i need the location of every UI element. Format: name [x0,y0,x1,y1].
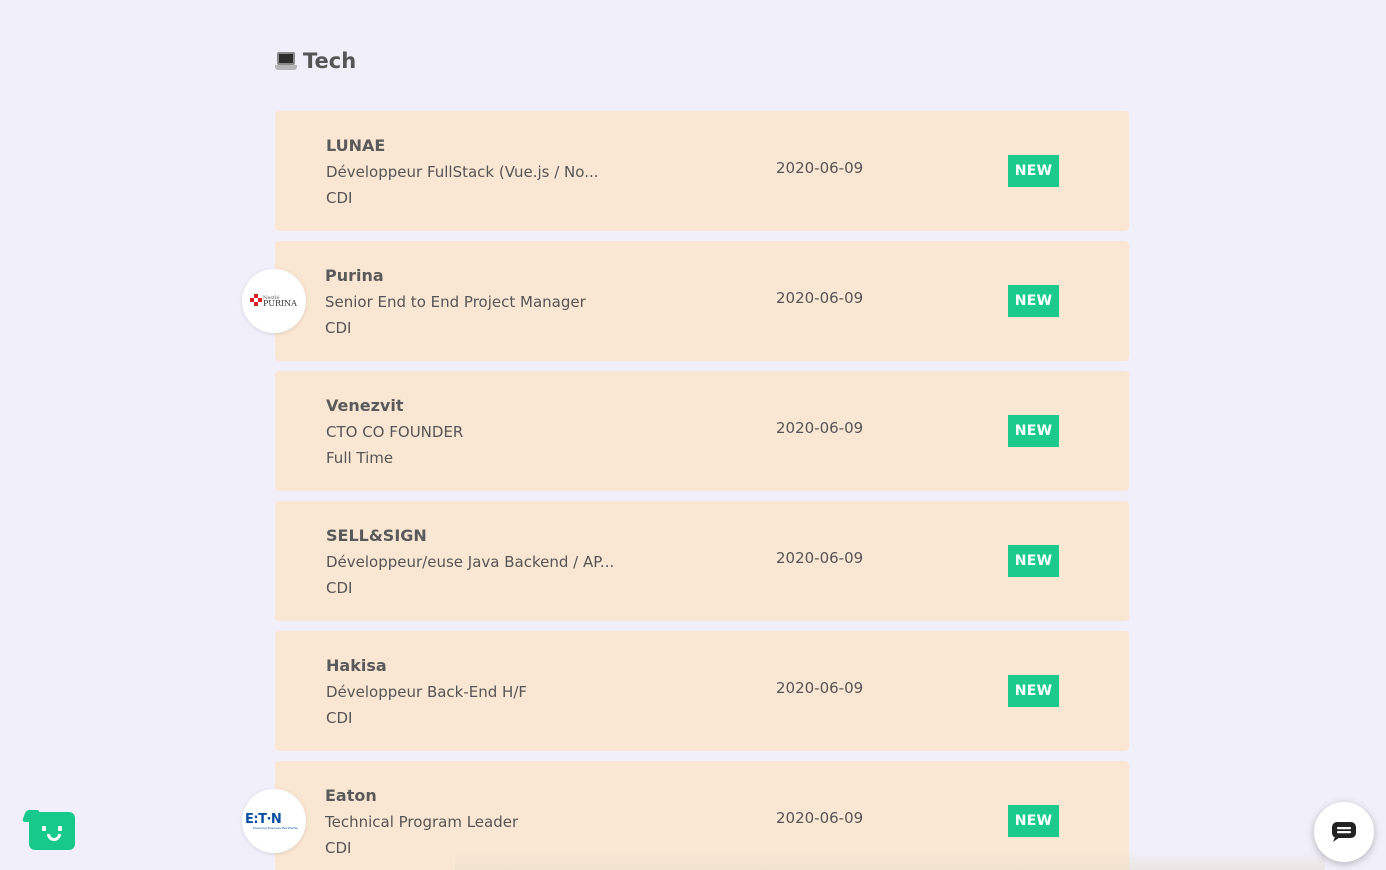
new-badge: NEW [1008,675,1059,707]
job-title: CTO CO FOUNDER [326,423,464,441]
company-name: Purina [325,266,384,285]
job-card[interactable]: Nestlé PURINA Purina Senior End to End P… [242,241,1129,361]
job-card[interactable]: SELL&SIGN Développeur/euse Java Backend … [275,501,1129,621]
job-card[interactable]: LUNAE Développeur FullStack (Vue.js / No… [275,111,1129,231]
job-date: 2020-06-09 [776,549,864,567]
eaton-logo-icon: E:T·N Powering Business Worldwide [245,812,298,830]
svg-text:Powering Business Worldwide: Powering Business Worldwide [253,826,298,830]
job-date: 2020-06-09 [776,159,864,177]
contract-type: Full Time [326,449,394,467]
job-date: 2020-06-09 [776,679,864,697]
new-badge: NEW [1008,415,1059,447]
company-logo: Nestlé PURINA [242,269,306,333]
contract-type: CDI [325,319,352,337]
new-badge: NEW [1008,285,1059,317]
contract-type: CDI [326,579,353,597]
job-info: LUNAE Développeur FullStack (Vue.js / No… [326,133,599,211]
job-title: Développeur/euse Java Backend / AP... [326,553,615,571]
contract-type: CDI [326,709,353,727]
job-card[interactable]: Venezvit CTO CO FOUNDER Full Time 2020-0… [275,371,1129,491]
chat-launcher-button[interactable] [1314,802,1374,862]
company-name: SELL&SIGN [326,526,427,545]
company-name: Hakisa [326,656,387,675]
job-title: Technical Program Leader [325,813,519,831]
footer-fade [455,850,1325,870]
chat-icon [1332,822,1356,842]
new-badge: NEW [1008,545,1059,577]
new-badge: NEW [1008,805,1059,837]
company-name: Eaton [325,786,377,805]
job-info: Venezvit CTO CO FOUNDER Full Time [326,393,463,471]
job-date: 2020-06-09 [776,289,864,307]
job-info: Purina Senior End to End Project Manager… [325,263,586,341]
job-date: 2020-06-09 [776,809,864,827]
purina-logo-icon: Nestlé PURINA [250,294,297,308]
job-title: Développeur Back-End H/F [326,683,528,701]
svg-text:PURINA: PURINA [263,299,297,308]
contract-type: CDI [326,189,353,207]
job-title: Senior End to End Project Manager [325,293,586,311]
svg-text:E:T·N: E:T·N [245,812,281,827]
company-name: LUNAE [326,136,386,155]
job-info: Hakisa Développeur Back-End H/F CDI [326,653,527,731]
section-title-text: Tech [303,49,357,73]
bot-face-icon[interactable] [21,810,76,852]
laptop-icon [275,50,297,72]
company-logo: E:T·N Powering Business Worldwide [242,789,306,853]
job-info: SELL&SIGN Développeur/euse Java Backend … [326,523,614,601]
job-card[interactable]: Hakisa Développeur Back-End H/F CDI 2020… [275,631,1129,751]
new-badge: NEW [1008,155,1059,187]
company-name: Venezvit [326,396,404,415]
job-title: Développeur FullStack (Vue.js / No... [326,163,599,181]
job-date: 2020-06-09 [776,419,864,437]
section-title: Tech [275,46,356,76]
